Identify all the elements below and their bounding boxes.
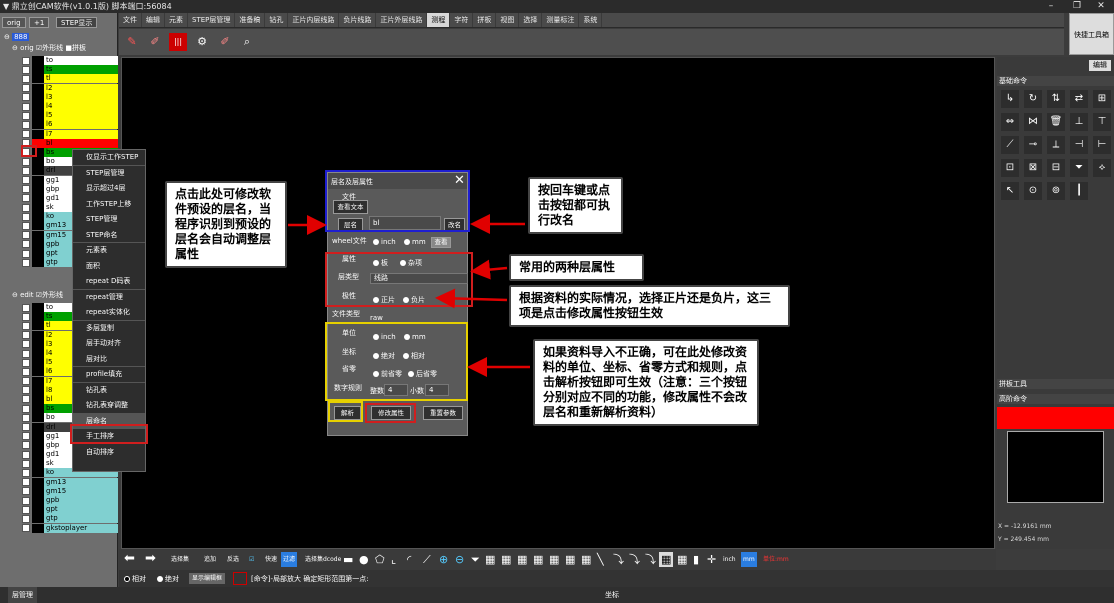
annotation-arrows [288,214,530,377]
arrow-to-polarity [435,288,508,309]
arrow-to-attrs [470,259,508,280]
